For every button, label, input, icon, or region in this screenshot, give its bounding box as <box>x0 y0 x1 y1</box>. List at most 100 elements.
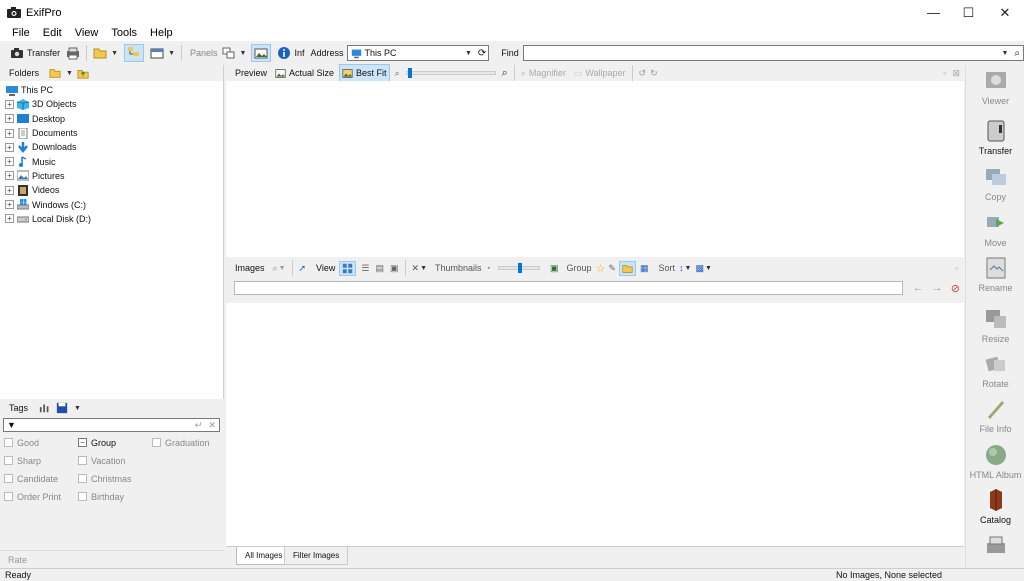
thumbnail-size-slider[interactable] <box>498 263 541 273</box>
select-cursor-icon[interactable]: ➚ <box>299 263 307 274</box>
sidebar-item-rotate[interactable]: Rotate <box>966 352 1024 389</box>
chevron-down-icon[interactable]: ▼ <box>420 265 427 272</box>
folder-group-button[interactable] <box>618 260 636 276</box>
images-path-input[interactable] <box>234 281 903 295</box>
chevron-down-icon[interactable]: ▼ <box>465 50 472 57</box>
search-icon[interactable]: ⌕ <box>273 263 278 274</box>
expand-icon[interactable]: + <box>5 214 14 224</box>
tree-item-videos[interactable]: + Videos <box>0 183 223 197</box>
folders-panel-toggle[interactable] <box>124 44 145 62</box>
rotate-left-icon[interactable]: ↺ <box>639 68 647 79</box>
folder-up-icon[interactable] <box>77 67 89 79</box>
best-fit-button[interactable]: Best Fit <box>339 64 390 82</box>
print-button[interactable] <box>66 44 80 62</box>
checkbox[interactable] <box>78 456 87 465</box>
restore-panel-icon[interactable]: ▫ <box>955 263 958 273</box>
calendar-icon[interactable]: ▦ <box>640 263 649 274</box>
save-icon[interactable] <box>56 402 68 414</box>
sidebar-item-file-info[interactable]: File Info <box>966 397 1024 434</box>
tag-christmas[interactable]: Christmas <box>78 473 152 484</box>
sort-icon[interactable]: ↕ <box>679 263 684 273</box>
tag-graduation[interactable]: Graduation <box>152 437 228 448</box>
tree-item-music[interactable]: + Music <box>0 154 223 168</box>
checkbox[interactable] <box>4 474 13 483</box>
menu-view[interactable]: View <box>75 27 99 39</box>
chevron-down-icon[interactable]: ▼ <box>74 405 81 412</box>
tree-item-local-disk-d[interactable]: + Local Disk (D:) <box>0 212 223 226</box>
minimize-button[interactable]: — <box>916 0 951 25</box>
checkbox[interactable] <box>4 438 13 447</box>
preview-area[interactable] <box>226 81 964 257</box>
collapse-icon[interactable]: − <box>78 438 87 447</box>
tag-group-icon[interactable]: ✎ <box>608 263 616 274</box>
sidebar-item-copy[interactable]: Copy <box>966 165 1024 202</box>
rotate-right-icon[interactable]: ↻ <box>650 68 658 79</box>
menu-edit[interactable]: Edit <box>43 27 62 39</box>
chevron-down-icon[interactable]: ▼ <box>66 70 73 77</box>
thumbnail-view-button[interactable] <box>339 260 357 276</box>
checkbox[interactable] <box>78 492 87 501</box>
expand-icon[interactable]: + <box>5 200 14 210</box>
info-button[interactable]: Info <box>277 44 305 62</box>
sidebar-item-print[interactable] <box>966 535 1024 562</box>
chevron-down-icon[interactable]: ▼ <box>279 265 286 272</box>
list-view-icon[interactable]: ☰ <box>361 263 369 274</box>
enter-icon[interactable]: ↵ <box>195 420 203 431</box>
transfer-button[interactable]: Transfer <box>10 44 60 62</box>
actual-size-button[interactable]: Actual Size <box>275 64 334 82</box>
address-combobox[interactable]: This PC ▼ ⟳ <box>346 45 490 61</box>
folder-open-icon[interactable] <box>49 67 61 79</box>
tools-icon[interactable]: ✕ <box>412 263 420 274</box>
preview-view-icon[interactable]: ▣ <box>390 263 399 274</box>
open-folder-button[interactable]: ▼ <box>93 44 118 62</box>
tree-item-windows-c[interactable]: + Windows (C:) <box>0 197 223 211</box>
star-icon[interactable]: ☆ <box>596 262 606 275</box>
maximize-button[interactable]: ☐ <box>951 0 986 25</box>
tag-vacation[interactable]: Vacation <box>78 455 152 466</box>
chevron-down-icon[interactable]: ▼ <box>1001 50 1008 57</box>
tree-item-desktop[interactable]: + Desktop <box>0 112 223 126</box>
tag-candidate[interactable]: Candidate <box>4 473 78 484</box>
tree-item-pictures[interactable]: + Pictures <box>0 169 223 183</box>
sidebar-item-move[interactable]: Move <box>966 211 1024 248</box>
zoom-in-icon[interactable]: ⌕ <box>502 67 508 80</box>
sort-options-icon[interactable]: ▩ <box>695 263 704 274</box>
tree-item-downloads[interactable]: + Downloads <box>0 140 223 154</box>
checkbox[interactable] <box>4 456 13 465</box>
wallpaper-icon[interactable]: ▭ <box>574 68 583 79</box>
menu-tools[interactable]: Tools <box>111 27 137 39</box>
tag-filter-input[interactable]: ▼ ↵ ✕ <box>3 418 220 432</box>
tag-group-header[interactable]: − Group <box>78 437 152 448</box>
magnifier-icon[interactable]: ⌕ <box>521 68 526 79</box>
restore-panel-icon[interactable]: ▫ <box>943 68 946 78</box>
expand-icon[interactable]: + <box>5 142 14 152</box>
expand-icon[interactable]: + <box>5 185 14 195</box>
magnifier-label[interactable]: Magnifier <box>529 68 566 78</box>
sidebar-item-rename[interactable]: Rename <box>966 256 1024 293</box>
layout-button[interactable]: ▼ <box>150 44 175 62</box>
expand-icon[interactable]: + <box>5 114 14 124</box>
menu-file[interactable]: File <box>12 27 30 39</box>
zoom-slider-thumb[interactable] <box>408 68 413 78</box>
tree-item-documents[interactable]: + Documents <box>0 126 223 140</box>
tag-chart-icon[interactable] <box>39 402 51 414</box>
zoom-out-icon[interactable]: ⌕ <box>395 68 400 79</box>
forward-arrow-icon[interactable]: → <box>932 282 943 295</box>
chevron-down-icon[interactable]: ▼ <box>685 265 692 272</box>
tag-good[interactable]: Good <box>4 437 78 448</box>
zoom-slider[interactable] <box>405 68 496 78</box>
sidebar-item-viewer[interactable]: Viewer <box>966 69 1024 106</box>
search-icon[interactable]: ⌕ <box>1014 48 1020 59</box>
details-view-icon[interactable]: ▤ <box>375 263 384 274</box>
wallpaper-label[interactable]: Wallpaper <box>585 68 625 78</box>
tag-sharp[interactable]: Sharp <box>4 455 78 466</box>
tree-item-3d-objects[interactable]: + 3D Objects <box>0 97 223 111</box>
tree-item-this-pc[interactable]: This PC <box>0 83 223 97</box>
sidebar-item-html-album[interactable]: HTML Album <box>966 443 1024 480</box>
back-arrow-icon[interactable]: ← <box>913 282 924 295</box>
expand-icon[interactable]: + <box>5 157 14 167</box>
tag-order-print[interactable]: Order Print <box>4 491 78 502</box>
sidebar-item-catalog[interactable]: Catalog <box>966 488 1024 525</box>
chevron-down-icon[interactable]: ▼ <box>705 265 712 272</box>
find-input[interactable]: ▼ ⌕ <box>522 45 1024 61</box>
